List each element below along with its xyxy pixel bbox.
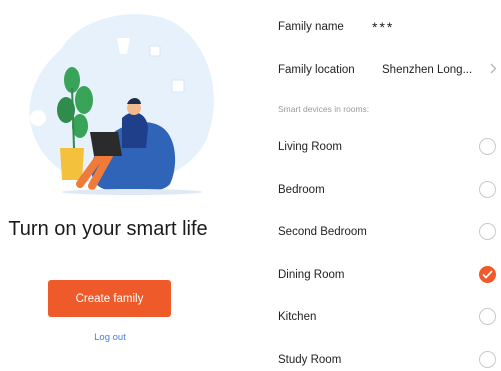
room-radio[interactable] [479, 308, 496, 325]
room-label: Living Room [278, 141, 342, 153]
onboarding-panel: Turn on your smart life Create family Lo… [0, 0, 248, 371]
family-name-row[interactable]: Family name *** [278, 17, 501, 37]
room-label: Bedroom [278, 183, 325, 196]
room-row[interactable]: Study Room [278, 349, 501, 371]
room-label: Dining Room [278, 268, 345, 281]
room-row[interactable]: Dining Room [278, 264, 501, 286]
room-label: Study Room [278, 353, 342, 366]
room-label: Second Bedroom [278, 226, 367, 238]
smart-life-illustration [29, 14, 214, 195]
room-radio[interactable] [479, 180, 496, 198]
chevron-right-icon [490, 63, 497, 77]
rooms-section-caption: Smart devices in rooms: [278, 104, 370, 114]
family-location-label: Family location [278, 64, 355, 76]
onboarding-headline: Turn on your smart life [8, 218, 208, 240]
room-row[interactable]: Living Room [278, 136, 501, 158]
family-name-label: Family name [278, 21, 344, 33]
room-row[interactable]: Kitchen [278, 306, 501, 328]
room-row[interactable]: Second Bedroom [278, 221, 501, 243]
family-location-value: Shenzhen Long... [382, 64, 473, 76]
room-row[interactable]: Bedroom [278, 179, 501, 201]
room-radio-checked[interactable] [479, 265, 496, 283]
family-settings-panel: Family name *** Family location Shenzhen… [262, 0, 501, 371]
create-family-button[interactable]: Create family [48, 280, 171, 317]
family-location-row[interactable]: Family location Shenzhen Long... [278, 60, 501, 80]
room-radio[interactable] [479, 138, 496, 155]
room-radio[interactable] [479, 350, 496, 368]
room-radio[interactable] [479, 223, 496, 240]
logout-link[interactable]: Log out [70, 332, 150, 343]
family-name-value: *** [372, 19, 395, 35]
checkmark-icon [482, 269, 493, 279]
room-label: Kitchen [278, 311, 317, 323]
